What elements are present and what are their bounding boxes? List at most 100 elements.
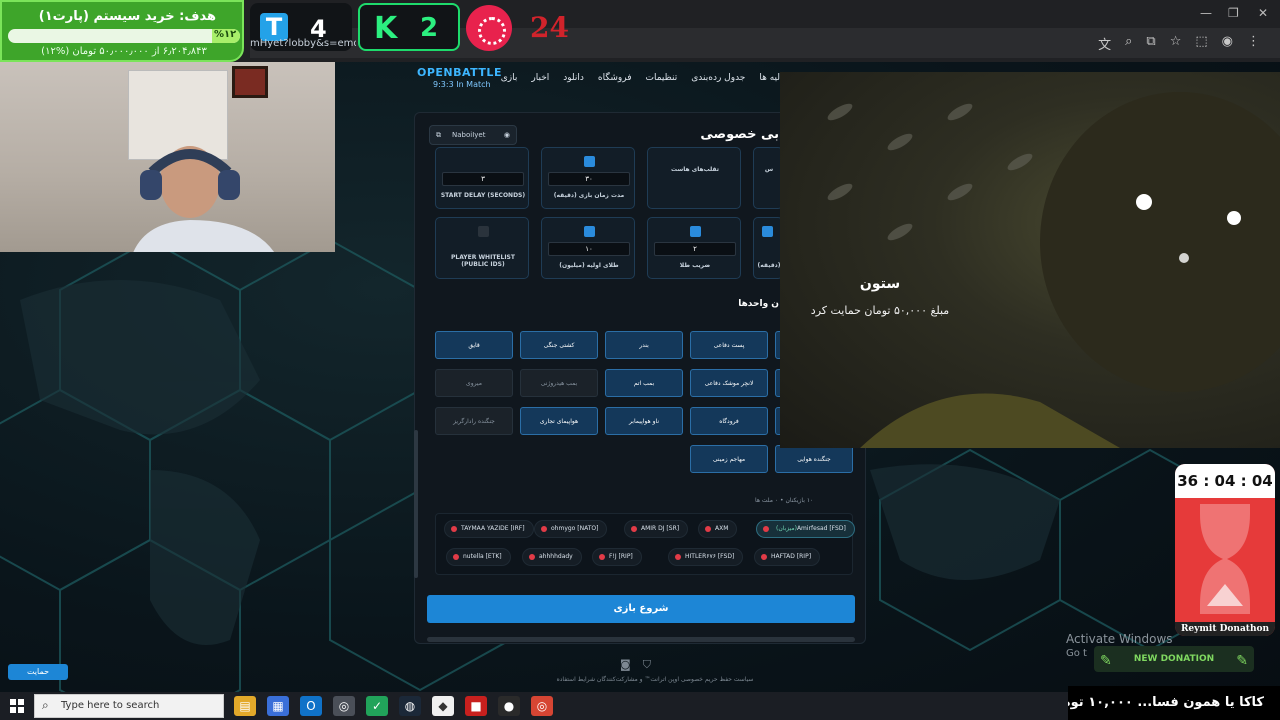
discord-icon[interactable]: ◙ <box>620 658 631 672</box>
team-t-subtitle: mHyet?lobby&s=emdan <box>250 38 356 49</box>
setting-label: (دقیقه) <box>757 262 781 269</box>
unit-toggle-button[interactable]: جنگنده هوایی <box>775 445 853 473</box>
unit-toggle-button[interactable]: بندر <box>605 331 683 359</box>
setting-card[interactable]: ۲ ضریب طلا <box>647 217 741 279</box>
player-chip[interactable]: ahhhhdady <box>522 548 582 566</box>
red-app-icon[interactable]: ■ <box>465 696 487 716</box>
checkbox[interactable] <box>478 226 489 237</box>
shield-app-icon[interactable]: ✓ <box>366 696 388 716</box>
unit-toggle-button[interactable]: میروی <box>435 369 513 397</box>
player-name: AXM <box>715 525 729 532</box>
unit-toggle-button[interactable]: جنگنده رادارگریز <box>435 407 513 435</box>
player-name: ohmygo [NATO] <box>551 525 599 532</box>
eye-icon[interactable]: ◉ <box>504 126 510 144</box>
minimize-icon[interactable]: — <box>1200 6 1212 20</box>
unit-toggle-button[interactable]: هواپیمای تجاری <box>520 407 598 435</box>
player-chip[interactable]: HITLER۶۷۶ [FSD] <box>668 548 744 566</box>
unit-toggle-button[interactable]: قایق <box>435 331 513 359</box>
player-chip[interactable]: HAFTAD [RIP] <box>754 548 821 566</box>
nav-item[interactable]: تنظیمات <box>646 73 678 83</box>
extensions-icon[interactable]: ⬚ <box>1195 34 1207 53</box>
setting-value[interactable]: ۱۰ <box>548 242 630 256</box>
setting-label: مدت زمان بازی (دقیقه) <box>553 192 625 199</box>
player-chip[interactable]: (میزبان)Amirfesad [FSD] <box>756 520 855 538</box>
obs-icon[interactable]: ● <box>498 696 520 716</box>
unit-toggle-button[interactable]: ناو هواپیمابر <box>605 407 683 435</box>
setting-value[interactable]: ۳۰ <box>548 172 630 186</box>
share-icon[interactable]: ⧉ <box>1146 34 1155 53</box>
player-chip[interactable]: F!J [RIP] <box>592 548 642 566</box>
zoom-icon[interactable]: ⌕ <box>1125 34 1132 53</box>
openbattle-logo[interactable]: OPENBATTLE <box>417 66 502 79</box>
unit-toggle-button[interactable]: فرودگاه <box>690 407 768 435</box>
unit-toggle-button[interactable]: مهاجم زمینی <box>690 445 768 473</box>
nav-item[interactable]: لیه ها <box>759 73 780 83</box>
setting-label: PLAYER WHITELIST (PUBLIC IDS) <box>451 254 515 268</box>
chrome-icon-2[interactable]: ◎ <box>531 696 553 716</box>
player-chip[interactable]: nutella [ETK] <box>446 548 511 566</box>
chrome-icon[interactable]: ◎ <box>333 696 355 716</box>
donor-name: ستون <box>859 276 901 292</box>
player-chip[interactable]: TAYMAA YAZIDE [IRF] <box>444 520 534 538</box>
nav-item[interactable]: جدول رده‌بندی <box>691 73 745 83</box>
profile-icon[interactable]: ◉ <box>1222 34 1233 53</box>
checkbox[interactable] <box>584 156 595 167</box>
setting-card[interactable]: ۳۰ مدت زمان بازی (دقیقه) <box>541 147 635 209</box>
setting-card[interactable]: تقلب‌های هاست <box>647 147 741 209</box>
lobby-code-pill[interactable]: NaboiIyet ⧉ ◉ <box>429 125 517 145</box>
file-explorer-icon[interactable]: ▤ <box>234 696 256 716</box>
site-navbar: OPENBATTLE 9:3:3 In Match لیه ها جدول رد… <box>335 62 780 94</box>
checkbox[interactable] <box>762 226 773 237</box>
team-r-score-value: 24 <box>530 11 569 44</box>
setting-card[interactable]: PLAYER WHITELIST (PUBLIC IDS) <box>435 217 529 279</box>
unit-toggle-button[interactable]: پست دفاعی <box>690 331 768 359</box>
nav-item[interactable]: اخبار <box>531 73 549 83</box>
player-chip[interactable]: ohmygo [NATO] <box>534 520 608 538</box>
star-icon[interactable]: ☆ <box>1170 34 1182 53</box>
windows-start-icon[interactable] <box>10 699 24 713</box>
unit-toggle-button[interactable]: بمب اتم <box>605 369 683 397</box>
support-button[interactable]: حمایت <box>8 664 68 680</box>
player-chip[interactable]: AXM <box>698 520 738 538</box>
nav-item[interactable]: فروشگاه <box>598 73 632 83</box>
footer-icons: ◙ ⛉ <box>620 658 651 672</box>
vertical-scrollbar[interactable] <box>414 430 418 578</box>
setting-label: س <box>764 166 774 173</box>
game-icon[interactable]: ◆ <box>432 696 454 716</box>
donation-message: مبلغ ۵۰,۰۰۰ تومان حمایت کرد <box>810 304 950 317</box>
goal-amount: ۶٫۲۰۴٫۸۴۳ از ۵۰٫۰۰۰٫۰۰۰ تومان (%۱۲) <box>41 46 207 57</box>
shield-icon[interactable]: ⛉ <box>643 658 651 672</box>
unit-toggle-button[interactable]: لانچر موشک دفاعی <box>690 369 768 397</box>
nav-item[interactable]: بازی <box>501 73 518 83</box>
setting-card[interactable]: ۱۰ طلای اولیه (میلیون) <box>541 217 635 279</box>
setting-value[interactable]: ۳ <box>442 172 524 186</box>
setting-card[interactable]: س <box>753 147 783 209</box>
maximize-icon[interactable]: ❐ <box>1228 6 1239 20</box>
timer-value: 36 : 04 : 04 <box>1175 464 1275 498</box>
store-icon[interactable]: ▦ <box>267 696 289 716</box>
setting-value[interactable]: ۲ <box>654 242 736 256</box>
taskbar-search-input[interactable]: Type here to search <box>34 694 224 718</box>
player-name: Amirfesad [FSD] <box>796 525 846 532</box>
horizontal-scrollbar[interactable] <box>427 637 855 642</box>
unit-toggle-button[interactable]: بمب هیدروژنی <box>520 369 598 397</box>
goal-progress-bar <box>8 29 240 43</box>
checkbox[interactable] <box>584 226 595 237</box>
team-k-logo: K <box>374 11 398 46</box>
checkbox[interactable] <box>690 226 701 237</box>
player-name: F!J [RIP] <box>609 553 633 560</box>
goal-title: هدف: خرید سیستم (پارت۱) <box>38 9 216 24</box>
steam-icon[interactable]: ◍ <box>399 696 421 716</box>
player-chip[interactable]: AMIR DJ [SR] <box>624 520 689 538</box>
setting-card[interactable]: ۳ START DELAY (SECONDS) <box>435 147 529 209</box>
translate-icon[interactable]: 文 <box>1098 34 1111 53</box>
outlook-icon[interactable]: O <box>300 696 322 716</box>
menu-icon[interactable]: ⋮ <box>1247 34 1260 53</box>
close-icon[interactable]: ✕ <box>1258 6 1268 20</box>
start-game-button[interactable]: شروع بازی <box>427 595 855 623</box>
donation-goal-widget: هدف: خرید سیستم (پارت۱) %۱۲ ۶٫۲۰۴٫۸۴۳ از… <box>0 0 244 62</box>
setting-card[interactable]: (دقیقه) <box>753 217 783 279</box>
copy-icon[interactable]: ⧉ <box>436 126 441 144</box>
unit-toggle-button[interactable]: کشتی جنگی <box>520 331 598 359</box>
nav-item[interactable]: دانلود <box>563 73 584 83</box>
